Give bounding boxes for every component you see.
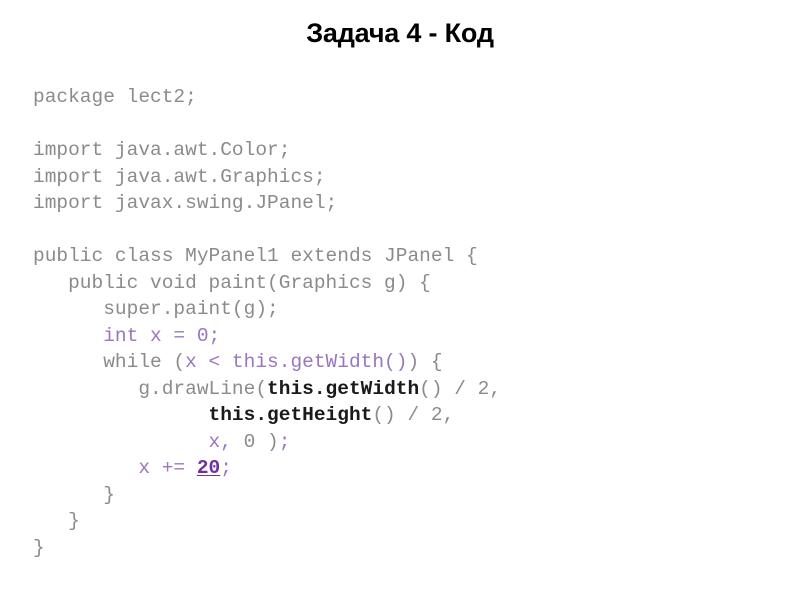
code-line: } xyxy=(33,535,773,562)
code-token: x < this.getWidth() xyxy=(185,351,408,373)
code-token: 20 xyxy=(196,457,221,479)
code-token: x += xyxy=(138,457,197,479)
code-token: } xyxy=(33,483,115,506)
code-token: ; xyxy=(278,430,291,453)
page-title: Задача 4 - Код xyxy=(306,18,494,48)
code-line: import java.awt.Color; xyxy=(33,137,773,164)
code-token: package lect2; xyxy=(33,86,197,108)
code-token: import java.awt.Color; xyxy=(33,139,291,161)
code-token: } xyxy=(33,510,80,532)
code-line: import java.awt.Graphics; xyxy=(33,164,773,191)
code-line: g.drawLine(this.getWidth() / 2, xyxy=(33,376,773,403)
code-line: } xyxy=(33,508,773,535)
code-token: import java.awt.Graphics; xyxy=(33,165,326,188)
code-token: 0 ) xyxy=(231,430,279,453)
code-token: this.getWidth xyxy=(267,377,420,400)
code-line: package lect2; xyxy=(33,84,773,111)
code-line: int x = 0; xyxy=(33,323,773,350)
code-line: this.getHeight() / 2, xyxy=(33,402,773,429)
code-line: while (x < this.getWidth()) { xyxy=(33,349,773,376)
code-token: import javax.swing.JPanel; xyxy=(33,192,338,214)
code-line xyxy=(33,217,773,244)
code-token: x, xyxy=(208,430,232,453)
code-token: this.getHeight xyxy=(208,404,373,426)
code-token: } xyxy=(33,536,45,559)
code-line: super.paint(g); xyxy=(33,296,773,323)
code-token: int x = 0; xyxy=(103,324,221,347)
code-token: public class MyPanel1 extends JPanel { xyxy=(33,245,478,267)
code-line: x, 0 ); xyxy=(33,429,773,456)
code-line: public void paint(Graphics g) { xyxy=(33,270,773,297)
code-token: g.drawLine( xyxy=(33,377,268,400)
code-token: ; xyxy=(220,457,232,479)
code-token: () / 2, xyxy=(419,377,502,400)
code-listing: package lect2; import java.awt.Color; imp… xyxy=(33,84,773,561)
code-token: ) { xyxy=(407,351,443,373)
code-line: public class MyPanel1 extends JPanel { xyxy=(33,243,773,270)
code-token: while ( xyxy=(33,351,186,373)
code-line xyxy=(33,111,773,138)
code-token: () / 2, xyxy=(372,404,455,426)
code-token: super.paint(g); xyxy=(33,298,279,320)
code-line: import javax.swing.JPanel; xyxy=(33,190,773,217)
code-line: x += 20; xyxy=(33,455,773,482)
code-token: public void paint(Graphics g) { xyxy=(33,271,431,294)
slide-canvas: Задача 4 - Код package lect2; import jav… xyxy=(0,0,800,600)
code-line: } xyxy=(33,482,773,509)
